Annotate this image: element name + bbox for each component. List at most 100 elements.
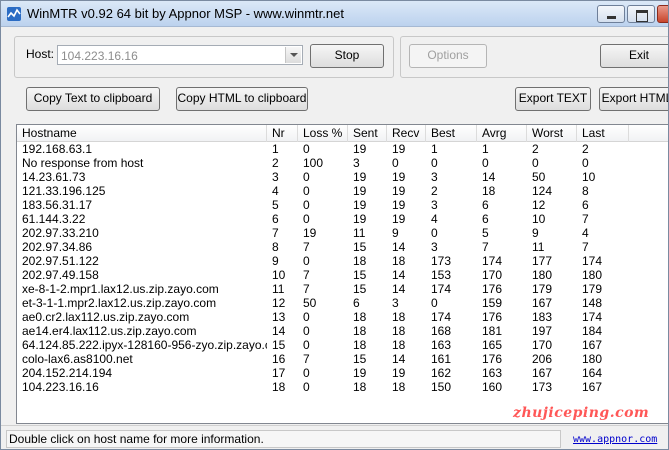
table-cell: 167 — [532, 366, 553, 380]
table-cell: 19 — [353, 142, 367, 156]
table-cell: 0 — [431, 226, 438, 240]
table-cell: 19 — [353, 212, 367, 226]
hostname-cell[interactable]: 121.33.196.125 — [17, 184, 267, 198]
table-cell: 161 — [431, 352, 452, 366]
close-icon[interactable] — [657, 5, 668, 23]
hostname-cell[interactable]: 64.124.85.222.ipyx-128160-956-zyo.zip.za… — [17, 338, 267, 352]
export-html-button[interactable]: Export HTML — [599, 87, 668, 111]
table-row[interactable]: 204.152.214.194 17 0 19 19 162 163 167 164 — [17, 366, 668, 380]
table-cell: 6 — [582, 198, 589, 212]
column-header-recv[interactable]: Recv — [387, 125, 426, 142]
table-row[interactable]: 61.144.3.22 6 0 19 19 4 6 10 7 — [17, 212, 668, 226]
stop-button[interactable]: Stop — [310, 44, 384, 68]
hostname-cell[interactable]: 61.144.3.22 — [17, 212, 267, 226]
table-row[interactable]: 202.97.49.158 10 7 15 14 153 170 180 180 — [17, 268, 668, 282]
copy-text-button[interactable]: Copy Text to clipboard — [26, 87, 160, 111]
table-row[interactable]: No response from host 2 100 3 0 0 0 0 0 — [17, 156, 668, 170]
table-cell: 18 — [353, 254, 367, 268]
column-header-nr[interactable]: Nr — [267, 125, 298, 142]
table-cell: 18 — [392, 338, 406, 352]
table-row[interactable]: 192.168.63.1 1 0 19 19 1 1 2 2 — [17, 142, 668, 156]
table-cell: 174 — [431, 282, 452, 296]
table-cell: 13 — [272, 310, 286, 324]
exit-button[interactable]: Exit — [600, 44, 668, 68]
table-cell: 9 — [532, 226, 539, 240]
column-header-avrg[interactable]: Avrg — [477, 125, 527, 142]
column-header-hostname[interactable]: Hostname — [17, 125, 267, 142]
hostname-cell[interactable]: 104.223.16.16 — [17, 380, 267, 394]
table-cell: 153 — [431, 268, 452, 282]
table-row[interactable]: xe-8-1-2.mpr1.lax12.us.zip.zayo.com 11 7 15… — [17, 282, 668, 296]
column-header-loss[interactable]: Loss % — [298, 125, 348, 142]
table-row[interactable]: 202.97.34.86 8 7 15 14 3 7 11 7 — [17, 240, 668, 254]
hostname-cell[interactable]: 183.56.31.17 — [17, 198, 267, 212]
table-cell: 16 — [272, 352, 286, 366]
column-header-last[interactable]: Last — [577, 125, 629, 142]
table-cell: 7 — [582, 212, 589, 226]
table-cell: 19 — [392, 366, 406, 380]
table-row[interactable]: colo-lax6.as8100.net 16 7 15 14 161 176 206 180 — [17, 352, 668, 366]
hostname-cell[interactable]: colo-lax6.as8100.net — [17, 352, 267, 366]
table-row[interactable]: et-3-1-1.mpr2.lax12.us.zip.zayo.com 12 50 6… — [17, 296, 668, 310]
table-cell: 7 — [303, 240, 310, 254]
host-input[interactable] — [61, 48, 281, 63]
table-cell: 0 — [303, 142, 310, 156]
hostname-cell[interactable]: et-3-1-1.mpr2.lax12.us.zip.zayo.com — [17, 296, 267, 310]
table-row[interactable]: 121.33.196.125 4 0 19 19 2 18 124 8 — [17, 184, 668, 198]
table-cell: 167 — [582, 338, 603, 352]
table-cell: 179 — [582, 282, 603, 296]
table-row[interactable]: 64.124.85.222.ipyx-128160-956-zyo.zip.za… — [17, 338, 668, 352]
table-cell: 3 — [353, 156, 360, 170]
table-row[interactable]: ae0.cr2.lax112.us.zip.zayo.com 13 0 18 18 174… — [17, 310, 668, 324]
table-cell: 18 — [392, 380, 406, 394]
hostname-cell[interactable]: 204.152.214.194 — [17, 366, 267, 380]
export-text-button[interactable]: Export TEXT — [515, 87, 591, 111]
table-cell: 7 — [582, 240, 589, 254]
chevron-down-icon[interactable] — [285, 47, 301, 63]
hostname-cell[interactable]: 192.168.63.1 — [17, 142, 267, 156]
table-cell: 0 — [303, 366, 310, 380]
table-cell: 15 — [272, 338, 286, 352]
minimize-icon[interactable] — [597, 5, 625, 23]
hostname-cell[interactable]: 14.23.61.73 — [17, 170, 267, 184]
copy-html-button[interactable]: Copy HTML to clipboard — [176, 87, 308, 111]
table-cell: 165 — [482, 338, 503, 352]
host-combobox[interactable] — [57, 45, 303, 65]
table-row[interactable]: 183.56.31.17 5 0 19 19 3 6 12 6 — [17, 198, 668, 212]
table-cell: 162 — [431, 366, 452, 380]
appnor-link[interactable]: www.appnor.com — [573, 434, 657, 445]
table-row[interactable]: 202.97.51.122 9 0 18 18 173 174 177 174 — [17, 254, 668, 268]
hostname-cell[interactable]: 202.97.34.86 — [17, 240, 267, 254]
table-row[interactable]: 104.223.16.16 18 0 18 18 150 160 173 167 — [17, 380, 668, 394]
table-cell: 181 — [482, 324, 503, 338]
table-cell: 0 — [482, 156, 489, 170]
column-header-worst[interactable]: Worst — [527, 125, 577, 142]
table-row[interactable]: 14.23.61.73 3 0 19 19 3 14 50 10 — [17, 170, 668, 184]
options-button[interactable]: Options — [409, 44, 487, 68]
table-cell: 19 — [353, 170, 367, 184]
maximize-icon[interactable] — [627, 5, 655, 23]
hostname-cell[interactable]: ae0.cr2.lax112.us.zip.zayo.com — [17, 310, 267, 324]
table-row[interactable]: ae14.er4.lax112.us.zip.zayo.com 14 0 18 18 16… — [17, 324, 668, 338]
results-table[interactable]: Hostname Nr Loss % Sent Recv Best Avrg W… — [16, 124, 668, 424]
table-cell: 14 — [272, 324, 286, 338]
hostname-cell[interactable]: No response from host — [17, 156, 267, 170]
hostname-cell[interactable]: 202.97.49.158 — [17, 268, 267, 282]
table-cell: 164 — [582, 366, 603, 380]
table-cell: 18 — [392, 310, 406, 324]
column-header-sent[interactable]: Sent — [348, 125, 387, 142]
column-header-best[interactable]: Best — [426, 125, 477, 142]
table-row[interactable]: 202.97.33.210 7 19 11 9 0 5 9 4 — [17, 226, 668, 240]
table-cell: 18 — [392, 254, 406, 268]
hostname-cell[interactable]: 202.97.51.122 — [17, 254, 267, 268]
hostname-cell[interactable]: 202.97.33.210 — [17, 226, 267, 240]
table-cell: 174 — [582, 254, 603, 268]
hostname-cell[interactable]: ae14.er4.lax112.us.zip.zayo.com — [17, 324, 267, 338]
table-cell: 17 — [272, 366, 286, 380]
table-cell: 3 — [431, 198, 438, 212]
table-cell: 18 — [353, 324, 367, 338]
table-cell: 8 — [582, 184, 589, 198]
table-cell: 14 — [392, 268, 406, 282]
hostname-cell[interactable]: xe-8-1-2.mpr1.lax12.us.zip.zayo.com — [17, 282, 267, 296]
table-cell: 19 — [392, 142, 406, 156]
